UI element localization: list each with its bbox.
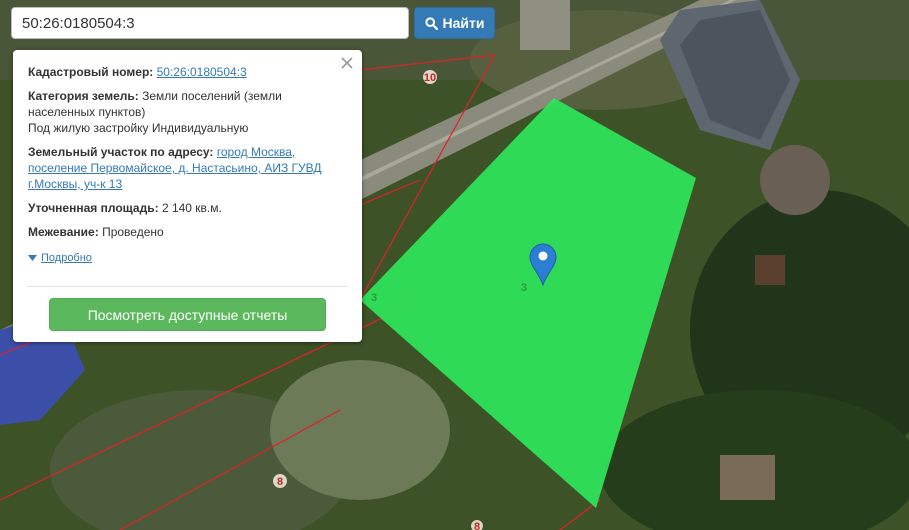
parcel-label-10: 10 <box>423 70 437 84</box>
address-label: Земельный участок по адресу: <box>28 145 214 159</box>
close-icon[interactable] <box>340 56 354 70</box>
land-category-row: Категория земель: Земли поселений (земли… <box>28 88 347 136</box>
address-link-line2[interactable]: поселение Первомайское, д. Настасьино, А… <box>28 161 322 175</box>
gazebo-roof <box>760 145 830 215</box>
details-label: Подробно <box>41 252 92 264</box>
cadastral-number-label: Кадастровый номер: <box>28 65 154 79</box>
search-button-label: Найти <box>442 15 485 31</box>
search-button[interactable]: Найти <box>414 7 495 39</box>
address-link-line3[interactable]: г.Москвы, уч-к 13 <box>28 177 122 191</box>
svg-text:8: 8 <box>277 476 283 488</box>
parcel-label-8: 8 <box>273 474 287 488</box>
survey-value: Проведено <box>102 225 164 239</box>
clearing-center <box>270 360 450 500</box>
svg-text:3: 3 <box>371 292 377 304</box>
area-row: Уточненная площадь: 2 140 кв.м. <box>28 200 347 216</box>
shed-roof <box>720 455 775 500</box>
land-category-line3: Под жилую застройку Индивидуальную <box>28 121 249 135</box>
parcel-label-3: 3 <box>521 282 527 294</box>
cadastral-number-link[interactable]: 50:26:0180504:3 <box>157 65 247 79</box>
details-toggle[interactable]: Подробно <box>28 250 347 266</box>
cadastral-number-row: Кадастровый номер: 50:26:0180504:3 <box>28 64 347 80</box>
view-reports-button[interactable]: Посмотреть доступные отчеты <box>49 298 326 331</box>
parcel-label-3-west: 3 <box>371 292 377 304</box>
land-category-line2: населенных пунктов) <box>28 105 146 119</box>
popup-divider <box>27 286 348 287</box>
address-row: Земельный участок по адресу: город Москв… <box>28 144 347 192</box>
caret-down-icon <box>28 255 37 261</box>
search-icon <box>424 16 438 30</box>
address-link-line1[interactable]: город Москва, <box>217 145 296 159</box>
area-label: Уточненная площадь: <box>28 201 159 215</box>
svg-text:3: 3 <box>521 282 527 294</box>
area-value: 2 140 кв.м. <box>161 201 222 215</box>
survey-label: Межевание: <box>28 225 99 239</box>
land-category-line1: Земли поселений (земли <box>142 89 282 103</box>
svg-text:8: 8 <box>474 521 480 530</box>
small-roof <box>755 255 785 285</box>
svg-text:10: 10 <box>424 72 436 84</box>
land-category-label: Категория земель: <box>28 89 139 103</box>
parcel-info-popup: Кадастровый номер: 50:26:0180504:3 Катег… <box>13 50 362 342</box>
survey-row: Межевание: Проведено <box>28 224 347 240</box>
search-input[interactable] <box>11 7 409 39</box>
